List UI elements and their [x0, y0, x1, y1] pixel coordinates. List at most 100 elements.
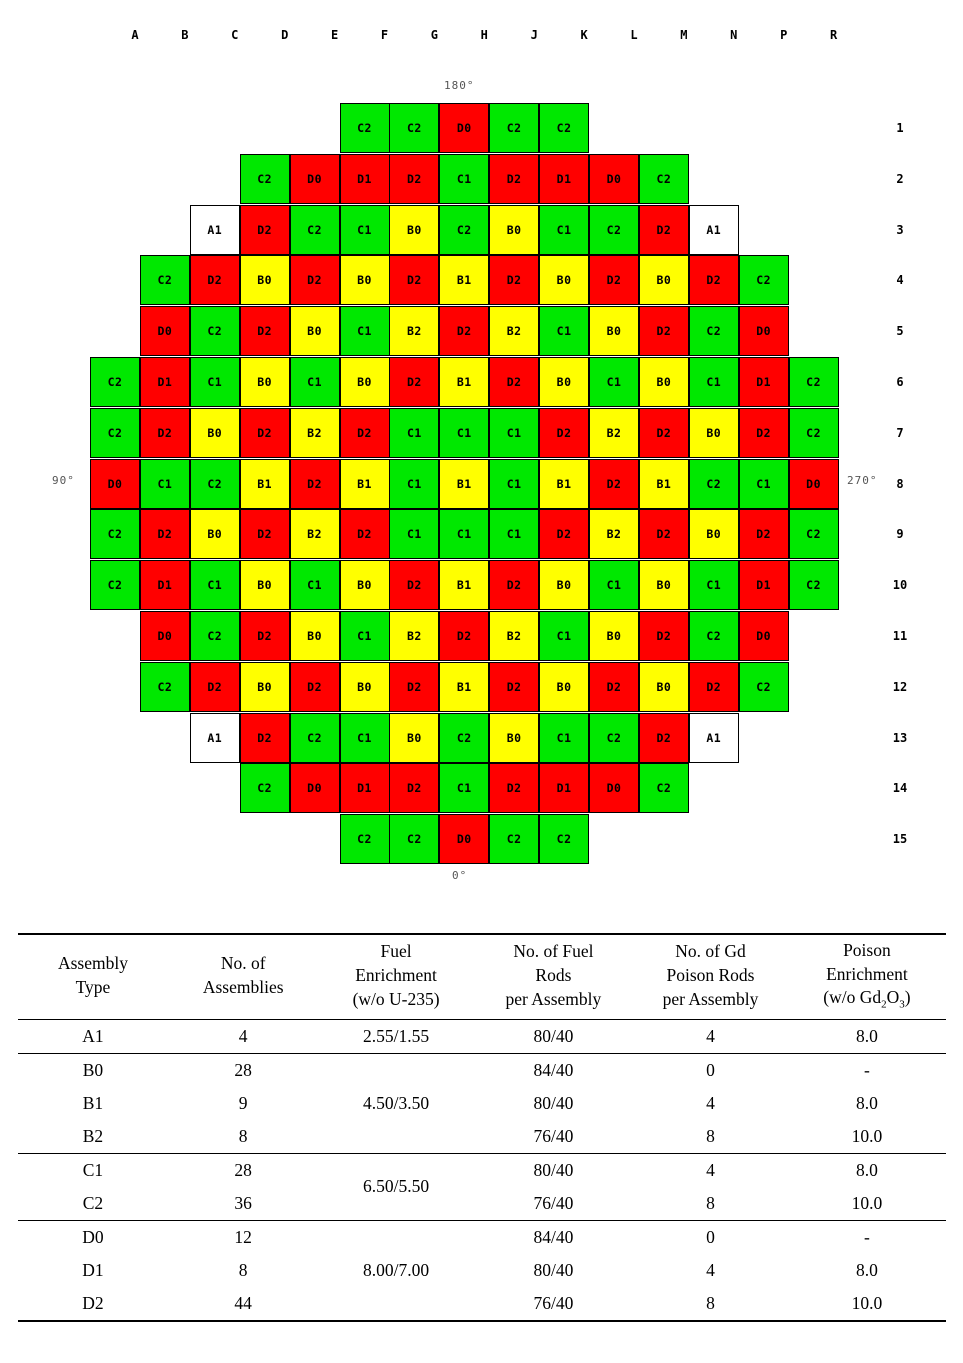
- assembly-cell: D2: [638, 611, 689, 661]
- assembly-cell: B1: [439, 357, 490, 407]
- assembly-cell: D2: [239, 712, 290, 763]
- table-row: D2 44 76/40 8 10.0: [18, 1287, 946, 1321]
- cell-assembly-count: 4: [238, 1025, 248, 1046]
- cell-fuel-rods: 76/40: [533, 1125, 574, 1146]
- cell-assembly-type: C2: [82, 1192, 104, 1213]
- assembly-cell: B0: [339, 560, 390, 611]
- assembly-cell: C2: [189, 306, 240, 357]
- assembly-cell: C2: [239, 763, 290, 814]
- assembly-cell: B0: [339, 255, 390, 306]
- column-label-R: R: [829, 28, 838, 42]
- cell-assembly-count: 44: [234, 1292, 252, 1313]
- assembly-cell: C2: [688, 458, 739, 509]
- assembly-cell: D0: [589, 763, 639, 814]
- assembly-cell: C1: [539, 204, 590, 255]
- assembly-cell: D2: [439, 611, 490, 661]
- assembly-cell: C2: [738, 255, 789, 306]
- assembly-cell: B2: [589, 407, 639, 458]
- assembly-cell: C2: [788, 407, 839, 458]
- assembly-cell: B0: [239, 255, 290, 306]
- assembly-cell: D2: [239, 611, 290, 661]
- assembly-cell: C2: [788, 560, 839, 611]
- cell-assembly-type: D2: [82, 1292, 104, 1313]
- column-label-L: L: [630, 28, 638, 42]
- assembly-cell: B2: [589, 509, 639, 560]
- cell-gd-poison-rods: 4: [706, 1159, 715, 1180]
- assembly-cell: B0: [638, 560, 689, 611]
- assembly-cell: D0: [788, 458, 839, 509]
- cell-poison-enrichment: 10.0: [851, 1292, 883, 1313]
- assembly-cell: C2: [688, 611, 739, 661]
- cell-assembly-count: 36: [234, 1192, 252, 1213]
- assembly-cell: B1: [638, 458, 689, 509]
- cell-fuel-enrichment: 6.50/5.50: [363, 1176, 430, 1197]
- assembly-cell: C2: [539, 814, 590, 865]
- assembly-cell: B0: [638, 357, 689, 407]
- assembly-cell: D2: [139, 509, 190, 560]
- header-line: Enrichment: [826, 963, 908, 984]
- assembly-cell: B0: [489, 712, 540, 763]
- cell-fuel-enrichment: 2.55/1.55: [363, 1025, 430, 1046]
- assembly-cell: D2: [289, 255, 340, 306]
- assembly-cell: B0: [638, 661, 689, 712]
- assembly-cell: C1: [189, 560, 240, 611]
- column-label-A: A: [131, 28, 139, 42]
- assembly-cell: C1: [289, 357, 340, 407]
- row-label-9: 9: [896, 527, 904, 542]
- table-row: A1 4 2.55/1.55 80/40 4 8.0: [18, 1019, 946, 1053]
- column-label-P: P: [780, 28, 788, 42]
- table-header-row: Assembly Type No. of Assemblies Fuel Enrichme…: [18, 934, 946, 1019]
- assembly-cell: B0: [539, 560, 590, 611]
- row-label-11: 11: [892, 629, 908, 643]
- assembly-cell: D1: [539, 763, 590, 814]
- assembly-cell: B0: [239, 357, 290, 407]
- cell-poison-enrichment: -: [864, 1226, 870, 1247]
- cell-gd-poison-rods: 8: [706, 1292, 715, 1313]
- assembly-cell: D2: [189, 661, 240, 712]
- assembly-cell: C2: [439, 204, 490, 255]
- cell-assembly-count: 8: [238, 1125, 248, 1146]
- assembly-type-table: Assembly Type No. of Assemblies Fuel Enrichme…: [18, 933, 946, 1322]
- assembly-cell: B1: [439, 661, 490, 712]
- angle-label-top: 180°: [444, 79, 475, 92]
- assembly-cell: C2: [289, 204, 340, 255]
- assembly-cell: C2: [489, 103, 540, 153]
- column-header: Poison Enrichment (w/o Gd2O3): [788, 934, 946, 1019]
- assembly-cell: B1: [339, 458, 390, 509]
- assembly-cell: C1: [688, 560, 739, 611]
- assembly-cell: D0: [90, 458, 140, 509]
- column-label-E: E: [330, 28, 339, 42]
- table-row: B0 28 4.50/3.50 84/40 0 -: [18, 1053, 946, 1113]
- header-line: Enrichment: [355, 964, 437, 985]
- assembly-cell: C2: [90, 407, 140, 458]
- assembly-cell: D2: [738, 509, 789, 560]
- assembly-cell: A1: [189, 204, 240, 255]
- assembly-cell: D2: [589, 458, 639, 509]
- cell-assembly-count: 9: [238, 1092, 248, 1113]
- assembly-cell: B2: [389, 611, 440, 661]
- assembly-cell: C1: [489, 407, 540, 458]
- assembly-cell: D2: [489, 560, 540, 611]
- assembly-cell: D2: [489, 255, 540, 306]
- assembly-cell: D2: [638, 407, 689, 458]
- cell-fuel-rods: 76/40: [533, 1292, 574, 1313]
- assembly-cell: B0: [589, 611, 639, 661]
- column-label-D: D: [281, 28, 289, 42]
- cell-gd-poison-rods: 8: [706, 1125, 715, 1146]
- assembly-cell: C2: [688, 306, 739, 357]
- row-label-14: 14: [892, 781, 908, 796]
- cell-assembly-count: 8: [238, 1259, 248, 1280]
- assembly-cell: C2: [788, 509, 839, 560]
- assembly-cell: D2: [289, 661, 340, 712]
- assembly-cell: B0: [189, 407, 240, 458]
- assembly-cell: B0: [289, 306, 340, 357]
- table-row: B2 8 76/40 8 10.0: [18, 1120, 946, 1154]
- cell-poison-enrichment: 8.0: [855, 1159, 878, 1180]
- assembly-cell: D2: [389, 560, 440, 611]
- assembly-cell: D1: [139, 560, 190, 611]
- header-line: Poison: [843, 940, 891, 960]
- row-label-7: 7: [896, 425, 904, 440]
- assembly-cell: C1: [439, 509, 490, 560]
- assembly-cell: C2: [638, 153, 689, 204]
- assembly-cell: C1: [539, 712, 590, 763]
